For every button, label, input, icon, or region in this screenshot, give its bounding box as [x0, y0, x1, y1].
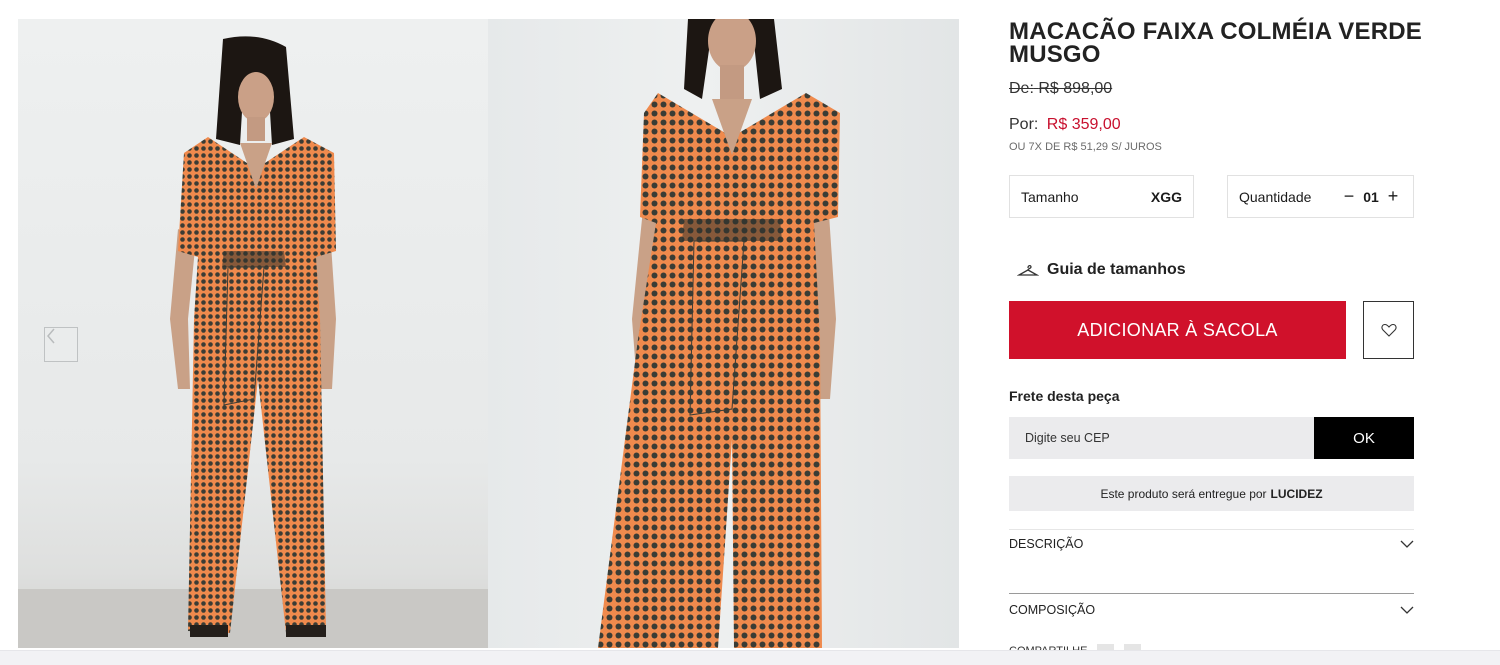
size-guide-label: Guia de tamanhos — [1047, 261, 1186, 278]
composition-accordion[interactable]: COMPOSIÇÃO — [1009, 603, 1414, 617]
description-accordion[interactable]: DESCRIÇÃO — [1009, 537, 1414, 551]
current-price-value: R$ 359,00 — [1046, 116, 1121, 133]
cep-ok-button[interactable]: OK — [1314, 417, 1414, 459]
divider — [1009, 593, 1414, 594]
hanger-icon — [1017, 264, 1039, 276]
model-closeup-illustration — [598, 19, 840, 648]
wishlist-button[interactable] — [1363, 301, 1414, 359]
chevron-down-icon — [1400, 606, 1414, 614]
cep-input[interactable] — [1009, 417, 1314, 459]
size-value: XGG — [1150, 188, 1182, 205]
installments-text: OU 7X DE R$ 51,29 S/ JUROS — [1009, 141, 1162, 153]
composition-label: COMPOSIÇÃO — [1009, 603, 1096, 617]
product-title: MACACÃO FAIXA COLMÉIA VERDE MUSGO — [1009, 18, 1422, 68]
description-label: DESCRIÇÃO — [1009, 537, 1084, 551]
model-front-illustration — [18, 36, 488, 648]
size-guide-link[interactable]: Guia de tamanhos — [1017, 261, 1186, 279]
size-selector[interactable]: Tamanho XGG — [1009, 175, 1194, 218]
product-photo-closeup[interactable] — [488, 19, 959, 648]
quantity-stepper: Quantidade − 01 + — [1227, 175, 1414, 218]
product-photo-front[interactable] — [18, 19, 488, 648]
old-price: De: R$ 898,00 — [1009, 80, 1112, 98]
seller-text: Este produto será entregue por — [1100, 486, 1267, 501]
shipping-label: Frete desta peça — [1009, 388, 1120, 404]
size-label: Tamanho — [1021, 188, 1079, 205]
bottom-bar — [0, 650, 1500, 665]
chevron-down-icon — [1400, 540, 1414, 548]
quantity-decrease-button[interactable]: − — [1340, 186, 1358, 207]
current-price: Por: R$ 359,00 — [1009, 116, 1121, 134]
quantity-increase-button[interactable]: + — [1384, 186, 1402, 207]
divider — [1009, 529, 1414, 530]
chevron-left-icon — [47, 328, 55, 344]
old-price-label: De: — [1009, 80, 1034, 97]
quantity-value: 01 — [1363, 188, 1379, 205]
add-to-bag-button[interactable]: ADICIONAR À SACOLA — [1009, 301, 1346, 359]
current-price-label: Por: — [1009, 116, 1039, 133]
seller-name: LUCIDEZ — [1270, 486, 1323, 501]
quantity-label: Quantidade — [1239, 188, 1312, 205]
old-price-value: R$ 898,00 — [1038, 80, 1113, 97]
gallery-prev-button[interactable] — [44, 327, 78, 362]
product-gallery — [18, 19, 959, 648]
heart-icon — [1380, 323, 1397, 337]
seller-info: Este produto será entregue por LUCIDEZ — [1009, 476, 1414, 511]
